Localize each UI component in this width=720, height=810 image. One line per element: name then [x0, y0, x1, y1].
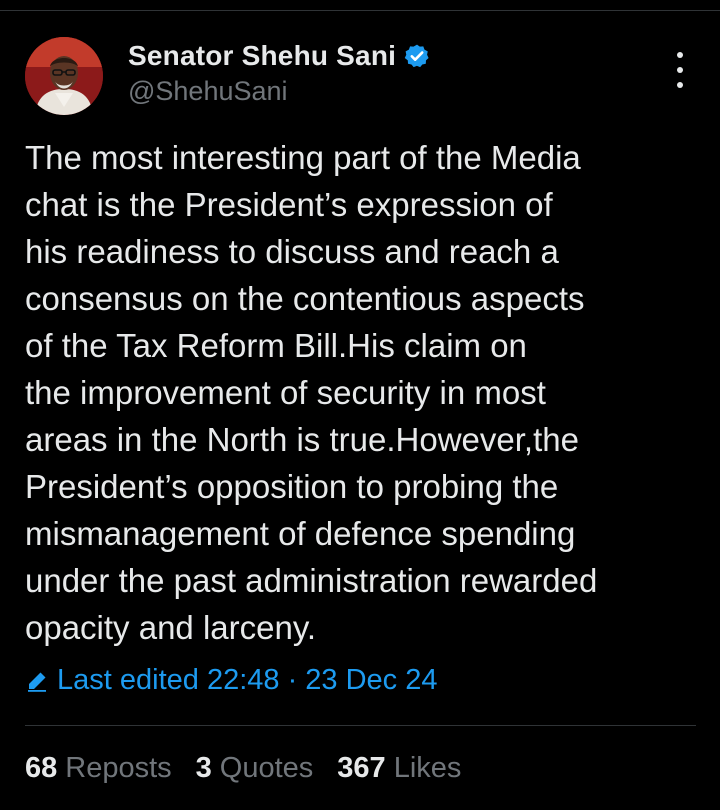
author-name[interactable]: Senator Shehu Sani: [128, 40, 396, 72]
likes-label: Likes: [393, 752, 462, 784]
tweet-line: chat is the President’s expression of: [25, 186, 553, 223]
reposts-stat[interactable]: 68 Reposts: [25, 752, 172, 785]
tweet-line: under the past administration rewarded: [25, 562, 598, 599]
stats-divider: [25, 725, 696, 726]
more-options-icon[interactable]: [666, 52, 694, 88]
reposts-label: Reposts: [65, 752, 172, 784]
likes-count: 367: [337, 752, 386, 784]
tweet-line: the improvement of security in most: [25, 374, 546, 411]
engagement-stats: 68 Reposts 3 Quotes 367 Likes: [25, 752, 485, 785]
tweet-text: The most interesting part of the Media ch…: [25, 134, 705, 651]
tweet-line: The most interesting part of the Media: [25, 139, 581, 176]
quotes-count: 3: [195, 752, 212, 784]
quotes-stat[interactable]: 3 Quotes: [196, 752, 314, 785]
top-divider: [0, 10, 720, 11]
last-edited-link[interactable]: Last edited 22:48 · 23 Dec 24: [25, 664, 437, 697]
more-dot: [677, 82, 683, 88]
tweet-line: consensus on the contentious aspects: [25, 280, 585, 317]
tweet-line: areas in the North is true.However,the: [25, 421, 579, 458]
avatar[interactable]: [25, 37, 103, 115]
tweet-line: President’s opposition to probing the: [25, 468, 559, 505]
last-edited-label: Last edited 22:48 · 23 Dec 24: [57, 664, 438, 696]
tweet-line: of the Tax Reform Bill.His claim on: [25, 327, 527, 364]
tweet-line: mismanagement of defence spending: [25, 515, 576, 552]
likes-stat[interactable]: 367 Likes: [337, 752, 461, 785]
author-name-row: Senator Shehu Sani: [128, 38, 430, 74]
pencil-icon: [28, 672, 46, 692]
verified-badge-icon[interactable]: [404, 43, 430, 69]
reposts-count: 68: [25, 752, 58, 784]
more-dot: [677, 67, 683, 73]
tweet-author: Senator Shehu Sani @ShehuSani: [128, 38, 430, 107]
avatar-photo: [25, 37, 103, 115]
tweet-line: opacity and larceny.: [25, 609, 317, 646]
more-dot: [677, 52, 683, 58]
tweet-line: his readiness to discuss and reach a: [25, 233, 559, 270]
quotes-label: Quotes: [219, 752, 314, 784]
author-handle[interactable]: @ShehuSani: [128, 76, 430, 107]
